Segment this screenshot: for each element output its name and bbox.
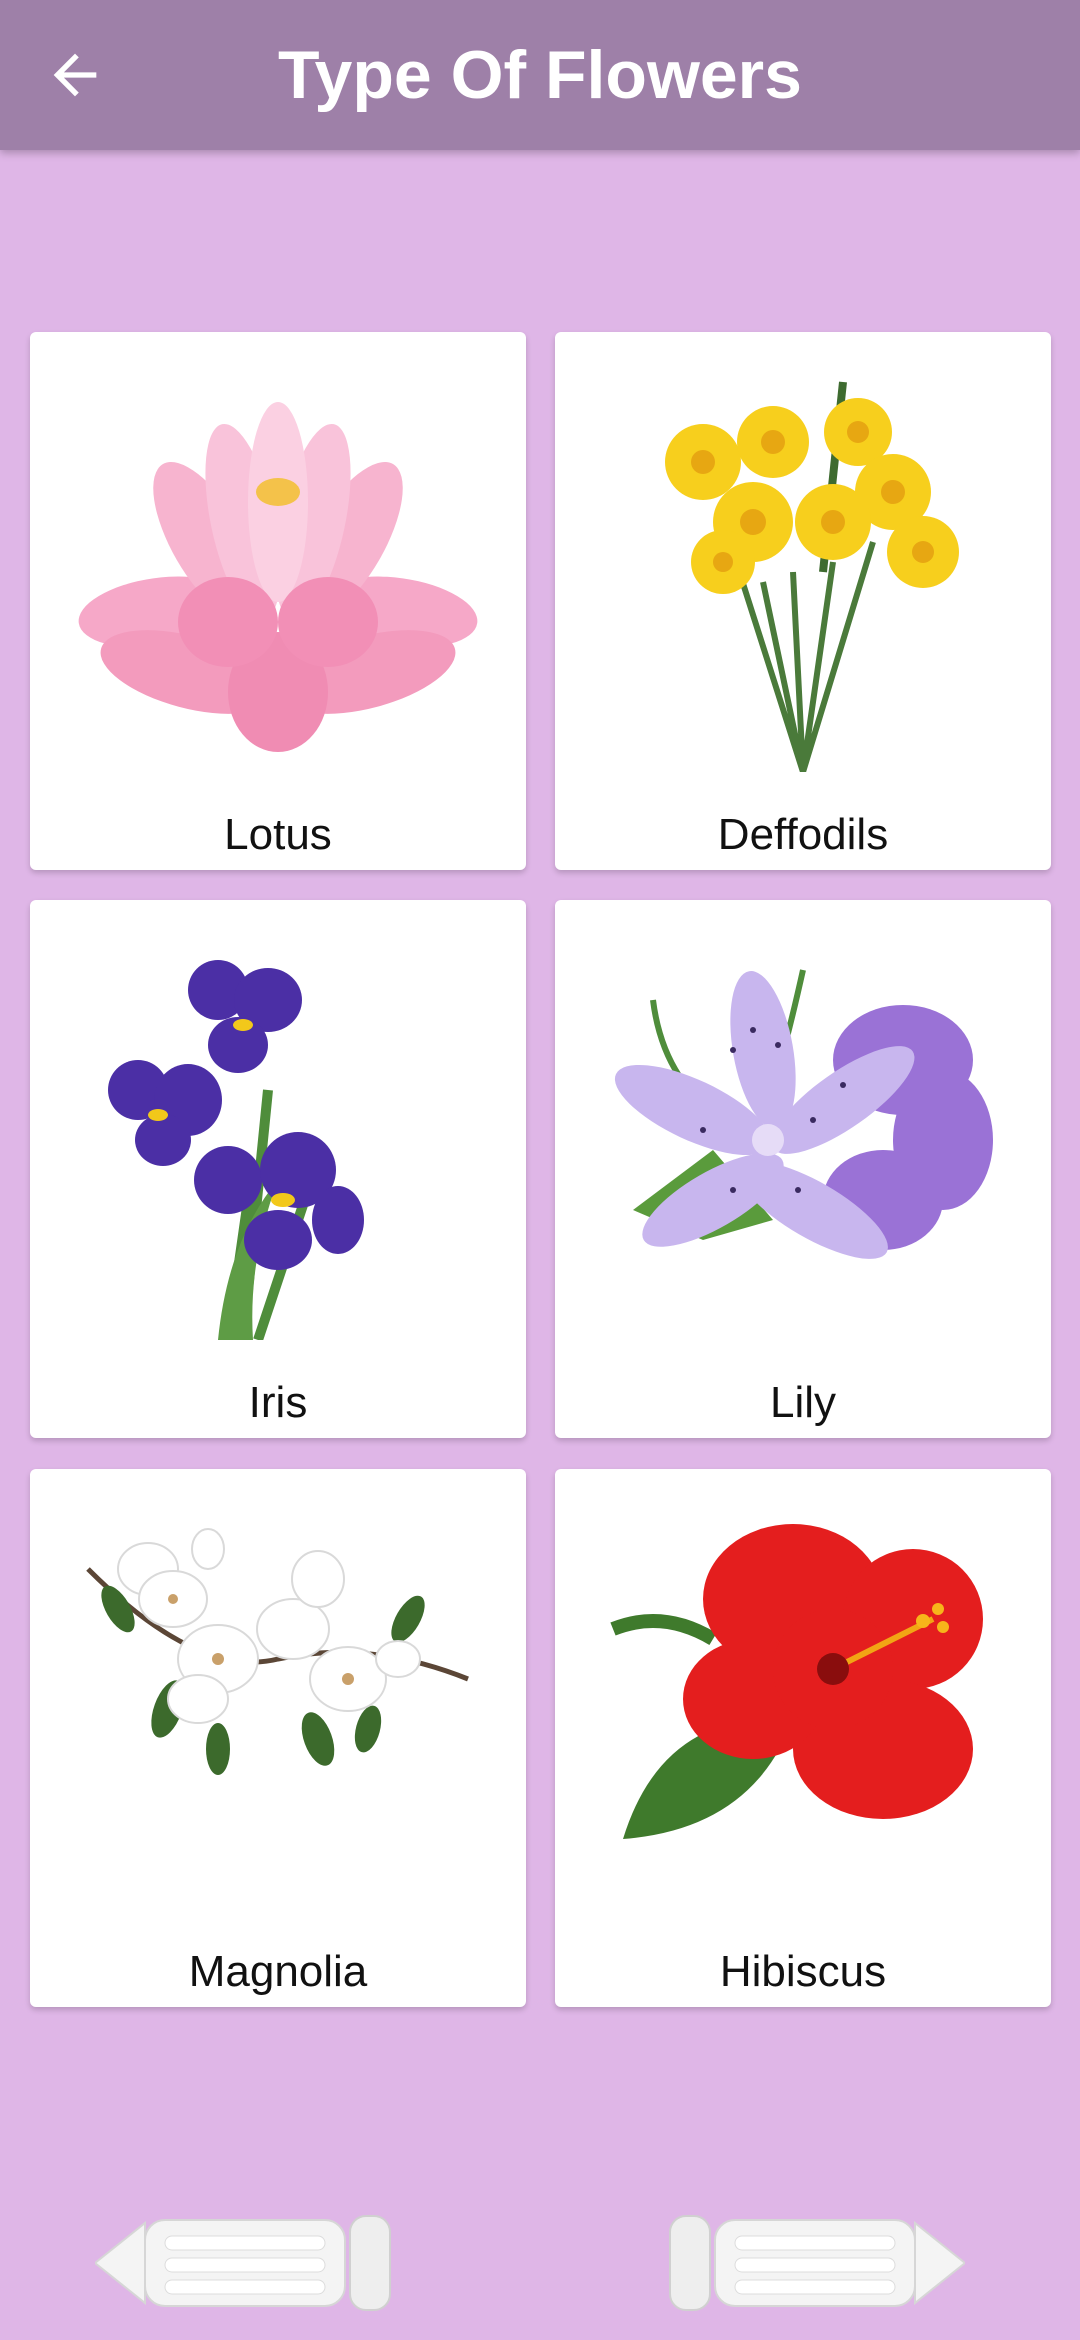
flower-label-hibiscus: Hibiscus [719,1947,887,1996]
arrow-next-icon[interactable] [665,2208,965,2318]
flower-label-lotus: Lotus [224,810,332,859]
flower-card-hibiscus[interactable]: Hibiscus [555,1469,1051,2007]
flower-card-deffodils[interactable]: Deffodils [555,332,1051,870]
flower-label-iris: Iris [248,1378,308,1427]
hibiscus-image [610,1524,983,1839]
flower-label-deffodils: Deffodils [717,810,889,859]
page-title: Type Of Flowers [278,37,802,113]
flower-card-lily[interactable]: Lily [555,900,1051,1438]
flower-card-iris[interactable]: Iris [30,900,526,1438]
back-button[interactable] [30,30,120,120]
flower-card-magnolia[interactable]: Magnolia [30,1469,526,2007]
lily-image [614,969,993,1259]
arrow-left-icon [53,53,97,97]
app-bar: Type Of Flowers [0,0,1080,150]
lotus-image [78,402,478,752]
flower-label-magnolia: Magnolia [188,1947,368,1996]
flower-label-lily: Lily [769,1378,837,1427]
daffodil-image [665,381,959,772]
iris-image [108,960,364,1340]
magnolia-image [86,1528,469,1775]
arrow-prev-icon[interactable] [95,2208,395,2318]
flower-card-lotus[interactable]: Lotus [30,332,526,870]
